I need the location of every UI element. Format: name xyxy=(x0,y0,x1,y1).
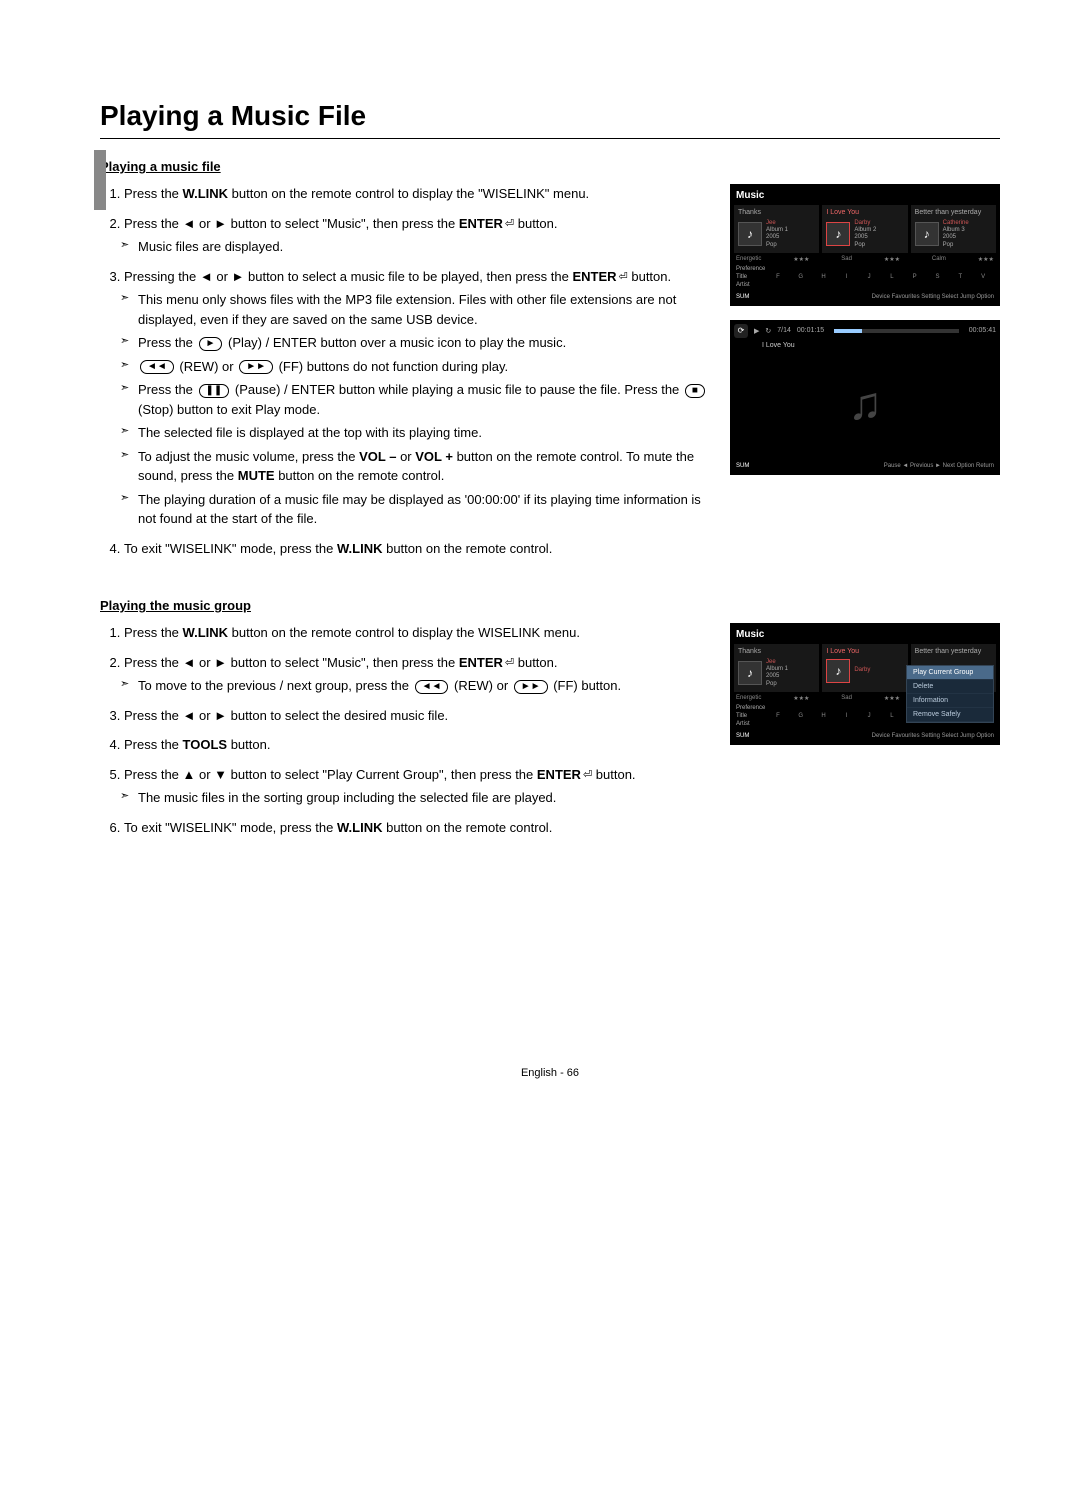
s1-step4: To exit "WISELINK" mode, press the W.LIN… xyxy=(124,539,710,559)
s2-step5-note1: The music files in the sorting group inc… xyxy=(124,788,710,808)
progress-bar xyxy=(834,329,959,333)
fig1-hints: Device Favourites Setting Select Jump Op… xyxy=(872,294,994,300)
elapsed-time: 00:01:15 xyxy=(797,327,824,334)
s1-step3-note1: This menu only shows files with the MP3 … xyxy=(124,290,710,329)
s2-step4: Press the TOOLS button. xyxy=(124,735,710,755)
fig1-title: Music xyxy=(736,190,994,201)
s1-step3-note3: ◄◄ (REW) or ►► (FF) buttons do not funct… xyxy=(124,357,710,377)
page-title: Playing a Music File xyxy=(100,100,1000,139)
fig3-title: Music xyxy=(736,629,994,640)
enter-icon: ⏎ xyxy=(505,216,514,233)
s1-step3-note6: To adjust the music volume, press the VO… xyxy=(124,447,710,486)
fig2-hints: Pause ◄ Previous ► Next Option Return xyxy=(884,463,994,469)
enter-icon: ⏎ xyxy=(619,269,628,286)
figure-music-player: ⟳ ▶ ↻ 7/14 00:01:15 00:05:41 I Love You … xyxy=(730,320,1000,475)
music-note-icon: ♪ xyxy=(738,661,762,685)
fig2-sum: SUM xyxy=(736,463,749,469)
fig1-sum: SUM xyxy=(736,294,749,300)
fig3-hints: Device Favourites Setting Select Jump Op… xyxy=(872,733,994,739)
ff-icon: ►► xyxy=(239,360,273,374)
ctx-play-current-group: Play Current Group xyxy=(907,666,993,680)
fig1-col1: I Love You xyxy=(824,207,905,218)
music-note-icon: ♪ xyxy=(826,659,850,683)
ff-icon: ►► xyxy=(514,680,548,694)
section-marker xyxy=(94,150,106,210)
enter-icon: ⏎ xyxy=(505,655,514,672)
s2-step6: To exit "WISELINK" mode, press the W.LIN… xyxy=(124,818,710,838)
enter-icon: ⏎ xyxy=(583,767,592,784)
total-time: 00:05:41 xyxy=(969,327,996,334)
shuffle-icon: ↻ xyxy=(765,327,771,335)
album-art-placeholder-icon: ♫ xyxy=(848,376,883,430)
fig1-col0: Thanks xyxy=(736,207,817,218)
s2-step3: Press the ◄ or ► button to select the de… xyxy=(124,706,710,726)
music-note-icon: ♪ xyxy=(826,222,850,246)
now-playing-title: I Love You xyxy=(762,342,996,349)
repeat-icon: ⟳ xyxy=(734,324,748,338)
s1-step2: Press the ◄ or ► button to select "Music… xyxy=(124,214,710,257)
section1-heading: Playing a music file xyxy=(100,159,1000,174)
s1-step3-note7: The playing duration of a music file may… xyxy=(124,490,710,529)
context-menu: Play Current Group Delete Information Re… xyxy=(906,665,994,723)
track-counter: 7/14 xyxy=(777,327,791,334)
music-note-icon: ♪ xyxy=(738,222,762,246)
fig1-col2: Better than yesterday xyxy=(913,207,994,218)
s1-step3: Pressing the ◄ or ► button to select a m… xyxy=(124,267,710,529)
s2-step1: Press the W.LINK button on the remote co… xyxy=(124,623,710,643)
music-note-icon: ♪ xyxy=(915,222,939,246)
stop-icon: ■ xyxy=(685,384,705,398)
s1-step3-note5: The selected file is displayed at the to… xyxy=(124,423,710,443)
s2-step2-note1: To move to the previous / next group, pr… xyxy=(124,676,710,696)
rew-icon: ◄◄ xyxy=(415,680,449,694)
ctx-delete: Delete xyxy=(907,680,993,694)
play-icon: ► xyxy=(199,337,223,351)
fig3-sum: SUM xyxy=(736,733,749,739)
ctx-remove-safely: Remove Safely xyxy=(907,708,993,722)
s1-step3-note4: Press the ❚❚ (Pause) / ENTER button whil… xyxy=(124,380,710,419)
s1-step3-note2: Press the ► (Play) / ENTER button over a… xyxy=(124,333,710,353)
s1-step1: Press the W.LINK button on the remote co… xyxy=(124,184,710,204)
page-footer: English - 66 xyxy=(100,1067,1000,1079)
play-indicator-icon: ▶ xyxy=(754,327,759,335)
rew-icon: ◄◄ xyxy=(140,360,174,374)
s1-step2-note1: Music files are displayed. xyxy=(124,237,710,257)
ctx-information: Information xyxy=(907,694,993,708)
section2-heading: Playing the music group xyxy=(100,598,1000,613)
s2-step2: Press the ◄ or ► button to select "Music… xyxy=(124,653,710,696)
pause-icon: ❚❚ xyxy=(199,384,230,398)
s2-step5: Press the ▲ or ▼ button to select "Play … xyxy=(124,765,710,808)
figure-music-list: Music Thanks ♪ JeeAlbum 12005Pop I Love … xyxy=(730,184,1000,306)
